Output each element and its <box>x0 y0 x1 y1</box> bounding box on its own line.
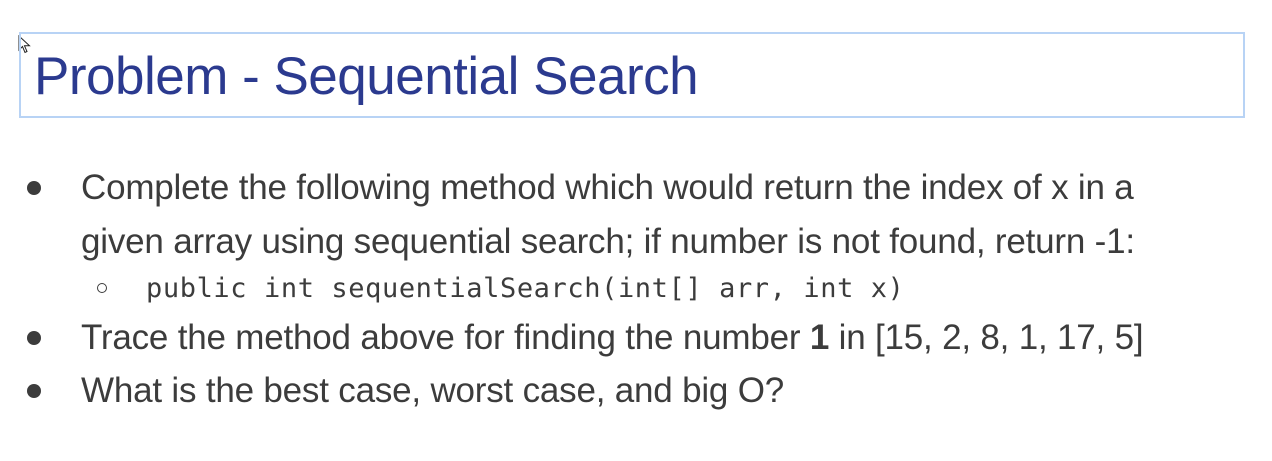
sub-bullet-circle-icon <box>97 283 107 293</box>
method-signature-code: public int sequentialSearch(int[] arr, i… <box>146 273 905 304</box>
bullet-dot-icon <box>27 384 41 398</box>
bullet-list: Complete the following method which woul… <box>0 0 1272 461</box>
bullet-3: What is the best case, worst case, and b… <box>81 371 785 410</box>
bullet-1-line-1: Complete the following method which woul… <box>81 168 1134 207</box>
bullet-2-bold-number: 1 <box>809 318 830 357</box>
bullet-2: Trace the method above for finding the n… <box>81 311 1144 365</box>
bullet-2-prefix: Trace the method above for finding the n… <box>81 318 810 357</box>
bullet-2-suffix: in [15, 2, 8, 1, 17, 5] <box>829 318 1144 357</box>
bullet-dot-icon <box>27 181 41 195</box>
bullet-1-line-2: given array using sequential search; if … <box>81 222 1135 261</box>
bullet-dot-icon <box>27 331 41 345</box>
